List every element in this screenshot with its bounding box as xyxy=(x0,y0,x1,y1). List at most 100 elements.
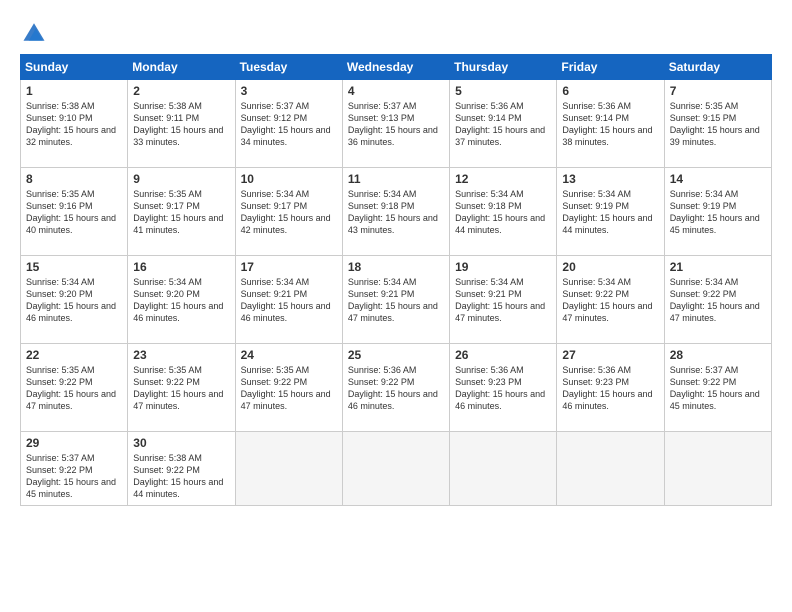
day-info: Sunrise: 5:36 AMSunset: 9:14 PMDaylight:… xyxy=(455,100,551,149)
weekday-thursday: Thursday xyxy=(450,55,557,80)
calendar-cell: 3Sunrise: 5:37 AMSunset: 9:12 PMDaylight… xyxy=(235,80,342,168)
calendar-cell: 21 Sunrise: 5:34 AMSunset: 9:22 PMDayligh… xyxy=(664,256,771,344)
day-info: Sunrise: 5:35 AMSunset: 9:17 PMDaylight:… xyxy=(133,188,229,237)
day-number: 8 xyxy=(26,172,122,186)
calendar-week-3: 15 Sunrise: 5:34 AMSunset: 9:20 PMDayligh… xyxy=(21,256,772,344)
day-info: Sunrise: 5:36 AMSunset: 9:22 PMDaylight:… xyxy=(348,364,444,413)
calendar-cell: 6 Sunrise: 5:36 AMSunset: 9:14 PMDaylight… xyxy=(557,80,664,168)
calendar-cell: 5 Sunrise: 5:36 AMSunset: 9:14 PMDaylight… xyxy=(450,80,557,168)
calendar-week-1: 1 Sunrise: 5:38 AMSunset: 9:10 PMDaylight… xyxy=(21,80,772,168)
day-info: Sunrise: 5:34 AMSunset: 9:21 PMDaylight:… xyxy=(455,276,551,325)
calendar-cell: 20Sunrise: 5:34 AMSunset: 9:22 PMDayligh… xyxy=(557,256,664,344)
calendar-cell xyxy=(450,432,557,506)
day-info: Sunrise: 5:34 AMSunset: 9:21 PMDaylight:… xyxy=(241,276,337,325)
day-number: 28 xyxy=(670,348,766,362)
header xyxy=(20,18,772,46)
day-number: 16 xyxy=(133,260,229,274)
day-info: Sunrise: 5:34 AMSunset: 9:19 PMDaylight:… xyxy=(562,188,658,237)
calendar-cell: 28 Sunrise: 5:37 AMSunset: 9:22 PMDayligh… xyxy=(664,344,771,432)
day-number: 2 xyxy=(133,84,229,98)
day-number: 30 xyxy=(133,436,229,450)
calendar-week-4: 22 Sunrise: 5:35 AMSunset: 9:22 PMDayligh… xyxy=(21,344,772,432)
day-number: 22 xyxy=(26,348,122,362)
day-number: 18 xyxy=(348,260,444,274)
weekday-tuesday: Tuesday xyxy=(235,55,342,80)
calendar-cell: 13 Sunrise: 5:34 AMSunset: 9:19 PMDayligh… xyxy=(557,168,664,256)
weekday-saturday: Saturday xyxy=(664,55,771,80)
calendar-week-2: 8 Sunrise: 5:35 AMSunset: 9:16 PMDaylight… xyxy=(21,168,772,256)
day-info: Sunrise: 5:35 AMSunset: 9:15 PMDaylight:… xyxy=(670,100,766,149)
calendar-cell: 4 Sunrise: 5:37 AMSunset: 9:13 PMDaylight… xyxy=(342,80,449,168)
day-info: Sunrise: 5:37 AMSunset: 9:22 PMDaylight:… xyxy=(26,452,122,501)
calendar-cell: 22 Sunrise: 5:35 AMSunset: 9:22 PMDayligh… xyxy=(21,344,128,432)
calendar-cell xyxy=(342,432,449,506)
calendar-week-5: 29 Sunrise: 5:37 AMSunset: 9:22 PMDayligh… xyxy=(21,432,772,506)
day-info: Sunrise: 5:37 AMSunset: 9:22 PMDaylight:… xyxy=(670,364,766,413)
day-info: Sunrise: 5:35 AMSunset: 9:22 PMDaylight:… xyxy=(133,364,229,413)
day-info: Sunrise: 5:34 AMSunset: 9:22 PMDaylight:… xyxy=(670,276,766,325)
day-number: 24 xyxy=(241,348,337,362)
weekday-sunday: Sunday xyxy=(21,55,128,80)
day-info: Sunrise: 5:38 AMSunset: 9:11 PMDaylight:… xyxy=(133,100,229,149)
day-number: 15 xyxy=(26,260,122,274)
weekday-header-row: SundayMondayTuesdayWednesdayThursdayFrid… xyxy=(21,55,772,80)
calendar-cell xyxy=(235,432,342,506)
calendar-cell: 10 Sunrise: 5:34 AMSunset: 9:17 PMDayligh… xyxy=(235,168,342,256)
day-info: Sunrise: 5:34 AMSunset: 9:20 PMDaylight:… xyxy=(133,276,229,325)
calendar-cell xyxy=(664,432,771,506)
logo xyxy=(20,18,52,46)
day-info: Sunrise: 5:38 AMSunset: 9:22 PMDaylight:… xyxy=(133,452,229,501)
day-number: 29 xyxy=(26,436,122,450)
calendar-cell: 8 Sunrise: 5:35 AMSunset: 9:16 PMDaylight… xyxy=(21,168,128,256)
calendar-cell: 23 Sunrise: 5:35 AMSunset: 9:22 PMDayligh… xyxy=(128,344,235,432)
calendar-cell: 26 Sunrise: 5:36 AMSunset: 9:23 PMDayligh… xyxy=(450,344,557,432)
calendar-cell: 18 Sunrise: 5:34 AMSunset: 9:21 PMDayligh… xyxy=(342,256,449,344)
weekday-friday: Friday xyxy=(557,55,664,80)
day-info: Sunrise: 5:35 AMSunset: 9:22 PMDaylight:… xyxy=(26,364,122,413)
day-info: Sunrise: 5:34 AMSunset: 9:18 PMDaylight:… xyxy=(455,188,551,237)
day-number: 3 xyxy=(241,84,337,98)
day-number: 26 xyxy=(455,348,551,362)
day-number: 27 xyxy=(562,348,658,362)
calendar-cell: 9 Sunrise: 5:35 AMSunset: 9:17 PMDaylight… xyxy=(128,168,235,256)
calendar-cell: 30 Sunrise: 5:38 AMSunset: 9:22 PMDayligh… xyxy=(128,432,235,506)
day-number: 21 xyxy=(670,260,766,274)
calendar-cell: 27 Sunrise: 5:36 AMSunset: 9:23 PMDayligh… xyxy=(557,344,664,432)
day-number: 7 xyxy=(670,84,766,98)
day-number: 9 xyxy=(133,172,229,186)
day-number: 5 xyxy=(455,84,551,98)
day-info: Sunrise: 5:35 AMSunset: 9:22 PMDaylight:… xyxy=(241,364,337,413)
calendar-cell: 12 Sunrise: 5:34 AMSunset: 9:18 PMDayligh… xyxy=(450,168,557,256)
day-info: Sunrise: 5:38 AMSunset: 9:10 PMDaylight:… xyxy=(26,100,122,149)
day-number: 13 xyxy=(562,172,658,186)
day-number: 14 xyxy=(670,172,766,186)
day-number: 4 xyxy=(348,84,444,98)
calendar-cell: 11Sunrise: 5:34 AMSunset: 9:18 PMDayligh… xyxy=(342,168,449,256)
day-info: Sunrise: 5:34 AMSunset: 9:19 PMDaylight:… xyxy=(670,188,766,237)
calendar-cell: 16 Sunrise: 5:34 AMSunset: 9:20 PMDayligh… xyxy=(128,256,235,344)
calendar-cell: 7 Sunrise: 5:35 AMSunset: 9:15 PMDaylight… xyxy=(664,80,771,168)
calendar-cell: 15Sunrise: 5:34 AMSunset: 9:20 PMDayligh… xyxy=(21,256,128,344)
calendar-cell: 29 Sunrise: 5:37 AMSunset: 9:22 PMDayligh… xyxy=(21,432,128,506)
calendar-cell: 19 Sunrise: 5:34 AMSunset: 9:21 PMDayligh… xyxy=(450,256,557,344)
weekday-wednesday: Wednesday xyxy=(342,55,449,80)
day-number: 20 xyxy=(562,260,658,274)
day-number: 1 xyxy=(26,84,122,98)
day-info: Sunrise: 5:35 AMSunset: 9:16 PMDaylight:… xyxy=(26,188,122,237)
day-number: 23 xyxy=(133,348,229,362)
day-info: Sunrise: 5:36 AMSunset: 9:14 PMDaylight:… xyxy=(562,100,658,149)
day-number: 12 xyxy=(455,172,551,186)
day-info: Sunrise: 5:36 AMSunset: 9:23 PMDaylight:… xyxy=(562,364,658,413)
day-info: Sunrise: 5:37 AMSunset: 9:13 PMDaylight:… xyxy=(348,100,444,149)
calendar-cell xyxy=(557,432,664,506)
day-info: Sunrise: 5:34 AMSunset: 9:21 PMDaylight:… xyxy=(348,276,444,325)
day-number: 10 xyxy=(241,172,337,186)
calendar-cell: 25Sunrise: 5:36 AMSunset: 9:22 PMDayligh… xyxy=(342,344,449,432)
calendar-cell: 2 Sunrise: 5:38 AMSunset: 9:11 PMDaylight… xyxy=(128,80,235,168)
logo-icon xyxy=(20,18,48,46)
day-info: Sunrise: 5:36 AMSunset: 9:23 PMDaylight:… xyxy=(455,364,551,413)
calendar-cell: 14 Sunrise: 5:34 AMSunset: 9:19 PMDayligh… xyxy=(664,168,771,256)
day-info: Sunrise: 5:34 AMSunset: 9:17 PMDaylight:… xyxy=(241,188,337,237)
day-number: 6 xyxy=(562,84,658,98)
day-number: 19 xyxy=(455,260,551,274)
